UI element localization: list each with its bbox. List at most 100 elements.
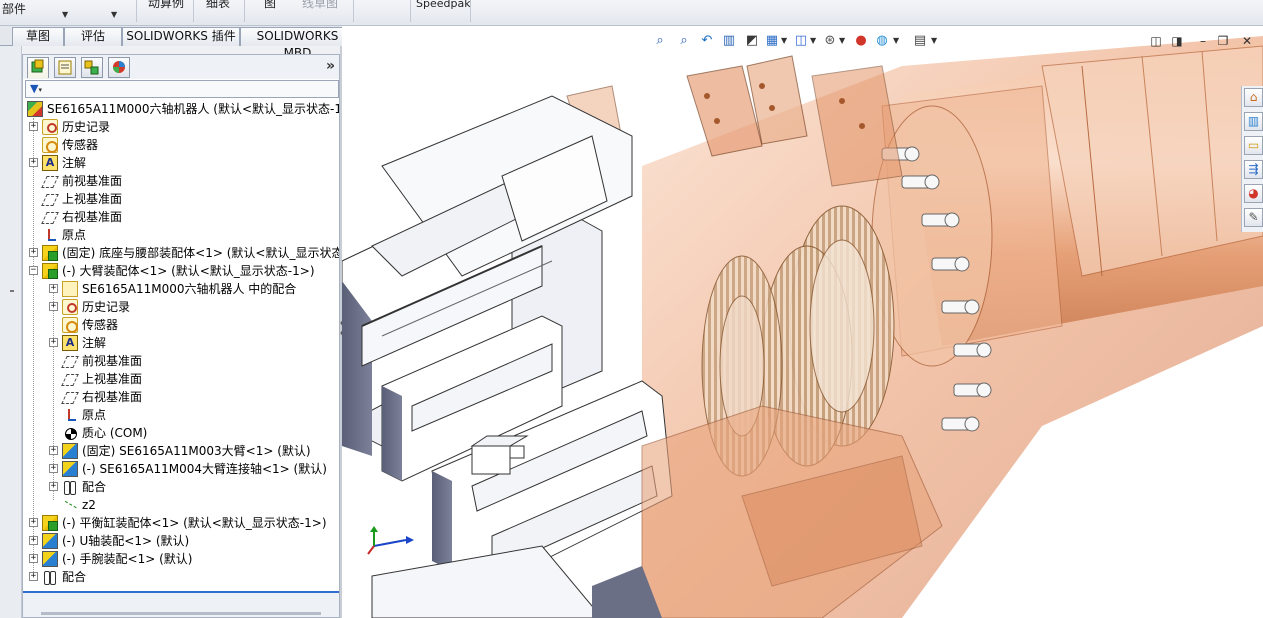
tile-window-icon[interactable]: ◫ — [1149, 34, 1163, 48]
section-view-icon[interactable]: ▥ — [721, 33, 737, 49]
file-explorer-icon[interactable]: ▭ — [1244, 136, 1263, 155]
tree-item[interactable]: 前视基准面 — [23, 352, 339, 370]
expand-toggle[interactable]: + — [49, 446, 58, 455]
tree-item[interactable]: 右视基准面 — [23, 208, 339, 226]
close-icon[interactable]: ✕ — [1240, 34, 1254, 48]
view-settings-icon[interactable]: ▤ — [912, 33, 928, 49]
tree-item[interactable]: 原点 — [23, 406, 339, 424]
tree-item[interactable]: z2 — [23, 496, 339, 514]
expand-toggle[interactable]: + — [29, 248, 38, 257]
tree-item[interactable]: + (固定) 底座与腰部装配体<1> (默认<默认_显示状态 — [23, 244, 339, 262]
expand-toggle[interactable]: + — [49, 464, 58, 473]
hide-show-items-icon[interactable]: ⊛ — [822, 33, 838, 49]
tree-item[interactable]: 质心 (COM) — [23, 424, 339, 442]
tree-item[interactable]: 上视基准面 — [23, 190, 339, 208]
command-manager-tabs: 草图 评估 SOLIDWORKS 插件 SOLIDWORKS MBD — [0, 26, 356, 60]
dynamic-annotation-icon[interactable]: ◩ — [744, 33, 760, 49]
restore-icon[interactable]: ❐ — [1216, 34, 1230, 48]
expand-toggle[interactable]: + — [29, 536, 38, 545]
custom-properties-icon[interactable]: ✎ — [1244, 208, 1263, 227]
tree-item[interactable]: − (-) 大臂装配体<1> (默认<默认_显示状态-1>) — [23, 262, 339, 280]
graphics-area[interactable] — [342, 26, 1263, 618]
tree-item[interactable]: + (-) SE6165A11M004大臂连接轴<1> (默认) — [23, 460, 339, 478]
previous-view-icon[interactable]: ↶ — [699, 33, 715, 49]
chevron-down-icon[interactable]: ▼ — [931, 36, 937, 45]
expand-toggle[interactable]: + — [29, 572, 38, 581]
tree-item[interactable]: + (固定) SE6165A11M003大臂<1> (默认) — [23, 442, 339, 460]
tree-item[interactable]: 传感器 — [23, 136, 339, 154]
zoom-to-area-icon[interactable]: ⌕ — [676, 33, 692, 49]
feature-manager-footer — [23, 591, 339, 617]
expand-toggle[interactable]: + — [29, 122, 38, 131]
tree-item[interactable]: 原点 — [23, 226, 339, 244]
minimize-icon[interactable]: – — [1196, 34, 1210, 48]
property-manager-tab[interactable] — [54, 57, 76, 78]
tree-item-label: 前视基准面 — [82, 354, 143, 368]
tab-solidworks-mbd[interactable]: SOLIDWORKS MBD — [240, 27, 355, 60]
expand-toggle[interactable]: + — [49, 284, 58, 293]
tree-item[interactable]: + 配合 — [23, 478, 339, 496]
expand-toggle[interactable]: + — [49, 482, 58, 491]
ribbon-item-sketch[interactable]: 线草图 — [302, 0, 338, 20]
tree-item[interactable]: 前视基准面 — [23, 172, 339, 190]
tree-item[interactable]: + 历史记录 — [23, 118, 339, 136]
ribbon-item-motion-study[interactable]: 动算例 — [148, 0, 184, 20]
tree-item[interactable]: SE6165A11M000六轴机器人 (默认<默认_显示状态-1 — [23, 100, 339, 118]
expand-toggle[interactable]: + — [29, 158, 38, 167]
chevron-down-icon[interactable]: ▼ — [839, 36, 845, 45]
collapse-toggle[interactable]: − — [29, 266, 38, 275]
edit-appearance-icon[interactable]: ● — [853, 33, 869, 49]
plane-icon — [42, 209, 58, 225]
expand-toggle[interactable]: + — [49, 302, 58, 311]
expand-toggle[interactable]: + — [29, 518, 38, 527]
design-library-icon[interactable]: ▥ — [1244, 112, 1263, 131]
ribbon-item-speedpak[interactable]: Speedpak — [416, 0, 471, 20]
tree-item[interactable]: + SE6165A11M000六轴机器人 中的配合 — [23, 280, 339, 298]
expand-toggle[interactable]: + — [49, 338, 58, 347]
ribbon-item-parts[interactable]: 部件 — [2, 3, 26, 26]
tree-item[interactable]: + (-) 手腕装配<1> (默认) — [23, 550, 339, 568]
chevron-down-icon[interactable]: ▼ — [111, 10, 117, 19]
expand-toggle[interactable]: + — [29, 554, 38, 563]
tab-sketch[interactable]: 草图 — [12, 27, 64, 46]
appearances-scenes-icon[interactable]: ◕ — [1244, 184, 1263, 203]
display-manager-tab[interactable] — [108, 57, 130, 78]
tree-item-label: 上视基准面 — [62, 192, 123, 206]
apply-scene-icon[interactable]: ◍ — [874, 33, 890, 49]
more-tabs-button[interactable]: » — [326, 58, 335, 74]
view-orientation-icon[interactable]: ▦ — [764, 33, 780, 49]
collapse-handle[interactable] — [10, 290, 14, 292]
tree-item[interactable]: + A 注解 — [23, 334, 339, 352]
tree-item[interactable]: + A 注解 — [23, 154, 339, 172]
tree-item[interactable]: 传感器 — [23, 316, 339, 334]
tab-solidworks-addins[interactable]: SOLIDWORKS 插件 — [122, 27, 240, 46]
part-icon — [62, 443, 78, 459]
feature-tree-tab[interactable] — [27, 57, 49, 78]
ribbon-item-bom[interactable]: 细表 — [206, 0, 230, 20]
zoom-to-fit-icon[interactable]: ⌕ — [652, 33, 668, 49]
horizontal-scrollbar[interactable] — [41, 612, 321, 615]
tree-item[interactable]: + (-) U轴装配<1> (默认) — [23, 532, 339, 550]
tab-evaluate[interactable]: 评估 — [64, 27, 122, 46]
chevron-down-icon[interactable]: ▼ — [810, 36, 816, 45]
tree-item[interactable]: 上视基准面 — [23, 370, 339, 388]
chevron-down-icon[interactable]: ▼ — [781, 36, 787, 45]
left-toolbar-strip — [0, 46, 22, 618]
configuration-manager-tab[interactable] — [81, 57, 103, 78]
robot-assembly-model[interactable] — [342, 26, 1263, 618]
tree-item[interactable]: + (-) 平衡缸装配体<1> (默认<默认_显示状态-1>) — [23, 514, 339, 532]
filter-icon[interactable]: ▼▾ — [30, 82, 52, 96]
sketch-icon — [62, 497, 78, 513]
view-palette-icon[interactable]: ⇶ — [1244, 160, 1263, 179]
display-style-icon[interactable]: ◫ — [793, 33, 809, 49]
ribbon-item-drawing[interactable]: 图 — [264, 0, 276, 20]
solidworks-resources-icon[interactable]: ⌂ — [1244, 88, 1263, 107]
cascade-window-icon[interactable]: ◨ — [1170, 34, 1184, 48]
tree-item[interactable]: + 历史记录 — [23, 298, 339, 316]
mate-group-icon — [62, 281, 78, 297]
chevron-down-icon[interactable]: ▼ — [893, 36, 899, 45]
chevron-down-icon[interactable]: ▼ — [62, 10, 68, 19]
tree-filter-bar[interactable]: ▼▾ — [25, 80, 339, 98]
tree-item[interactable]: + 配合 — [23, 568, 339, 586]
tree-item[interactable]: 右视基准面 — [23, 388, 339, 406]
